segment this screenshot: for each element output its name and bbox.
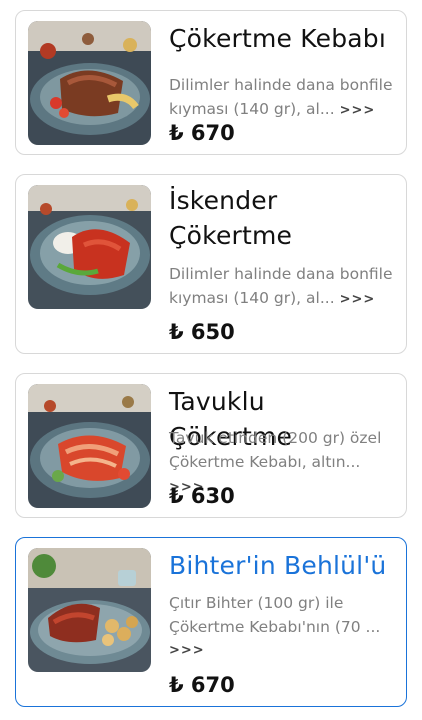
description-line: Çökertme Kebabı'nın (70 ...	[169, 618, 381, 636]
item-price: ₺ 670	[169, 673, 235, 697]
description-line: Dilimler halinde dana bonfile	[169, 265, 393, 283]
item-price: ₺ 630	[169, 484, 235, 508]
item-price: ₺ 650	[169, 320, 235, 344]
item-title: Çökertme Kebabı	[169, 24, 387, 53]
item-description: Dilimler halinde dana bonfile kıyması (1…	[169, 262, 394, 312]
description-line: Dilimler halinde dana bonfile	[169, 76, 393, 94]
menu-list: Çökertme Kebabı Dilimler halinde dana bo…	[0, 0, 422, 720]
description-line: kıyması (140 gr), al...	[169, 289, 335, 307]
item-price: ₺ 670	[169, 121, 235, 145]
read-more-link[interactable]: >>>	[340, 292, 376, 307]
item-title-line: İskender	[169, 186, 278, 215]
read-more-link[interactable]: >>>	[340, 103, 376, 118]
item-title: Bihter'in Behlül'ü	[169, 551, 387, 580]
item-description: Dilimler halinde dana bonfile kıyması (1…	[169, 73, 394, 123]
menu-item-card[interactable]: Tavuklu Çökertme Tavuk etinden (200 gr) …	[15, 373, 407, 518]
description-line: Çökertme Kebabı, altın...	[169, 453, 361, 471]
cokertme-kebabi-photo	[28, 21, 151, 145]
iskender-cokertme-photo	[28, 185, 151, 309]
menu-item-card[interactable]: İskender Çökertme Dilimler halinde dana …	[15, 174, 407, 354]
read-more-link[interactable]: >>>	[169, 639, 394, 663]
item-title-line: Çökertme	[169, 221, 293, 250]
description-line: Tavuk etinden (200 gr) özel	[169, 429, 382, 447]
description-line: kıyması (140 gr), al...	[169, 100, 335, 118]
description-line: Çıtır Bihter (100 gr) ile	[169, 594, 344, 612]
item-description: Çıtır Bihter (100 gr) ile Çökertme Kebab…	[169, 591, 394, 663]
menu-item-card[interactable]: Çökertme Kebabı Dilimler halinde dana bo…	[15, 10, 407, 155]
menu-item-card-selected[interactable]: Bihter'in Behlül'ü Çıtır Bihter (100 gr)…	[15, 537, 407, 707]
item-title: İskender Çökertme	[169, 183, 396, 253]
bihterin-behlulu-photo	[28, 548, 151, 672]
tavuklu-cokertme-photo	[28, 384, 151, 508]
